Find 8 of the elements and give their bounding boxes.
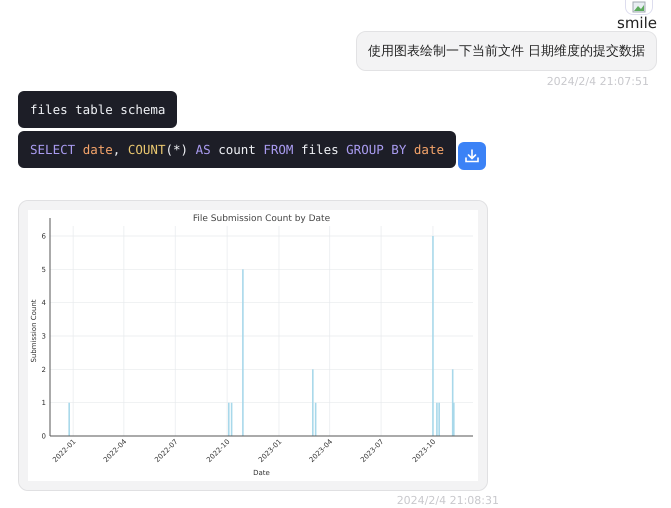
broken-image-icon	[625, 0, 653, 15]
user-message: 使用图表绘制一下当前文件 日期维度的提交数据	[356, 31, 657, 71]
avatar-alt-text: smile	[617, 15, 657, 31]
chart-title: File Submission Count by Date	[192, 214, 330, 224]
sql-message: SELECT date, COUNT(*) AS count FROM files GROUP BY date	[18, 131, 456, 168]
schema-message: files table schema	[18, 91, 178, 128]
download-icon	[464, 148, 480, 164]
download-button[interactable]	[458, 142, 486, 170]
